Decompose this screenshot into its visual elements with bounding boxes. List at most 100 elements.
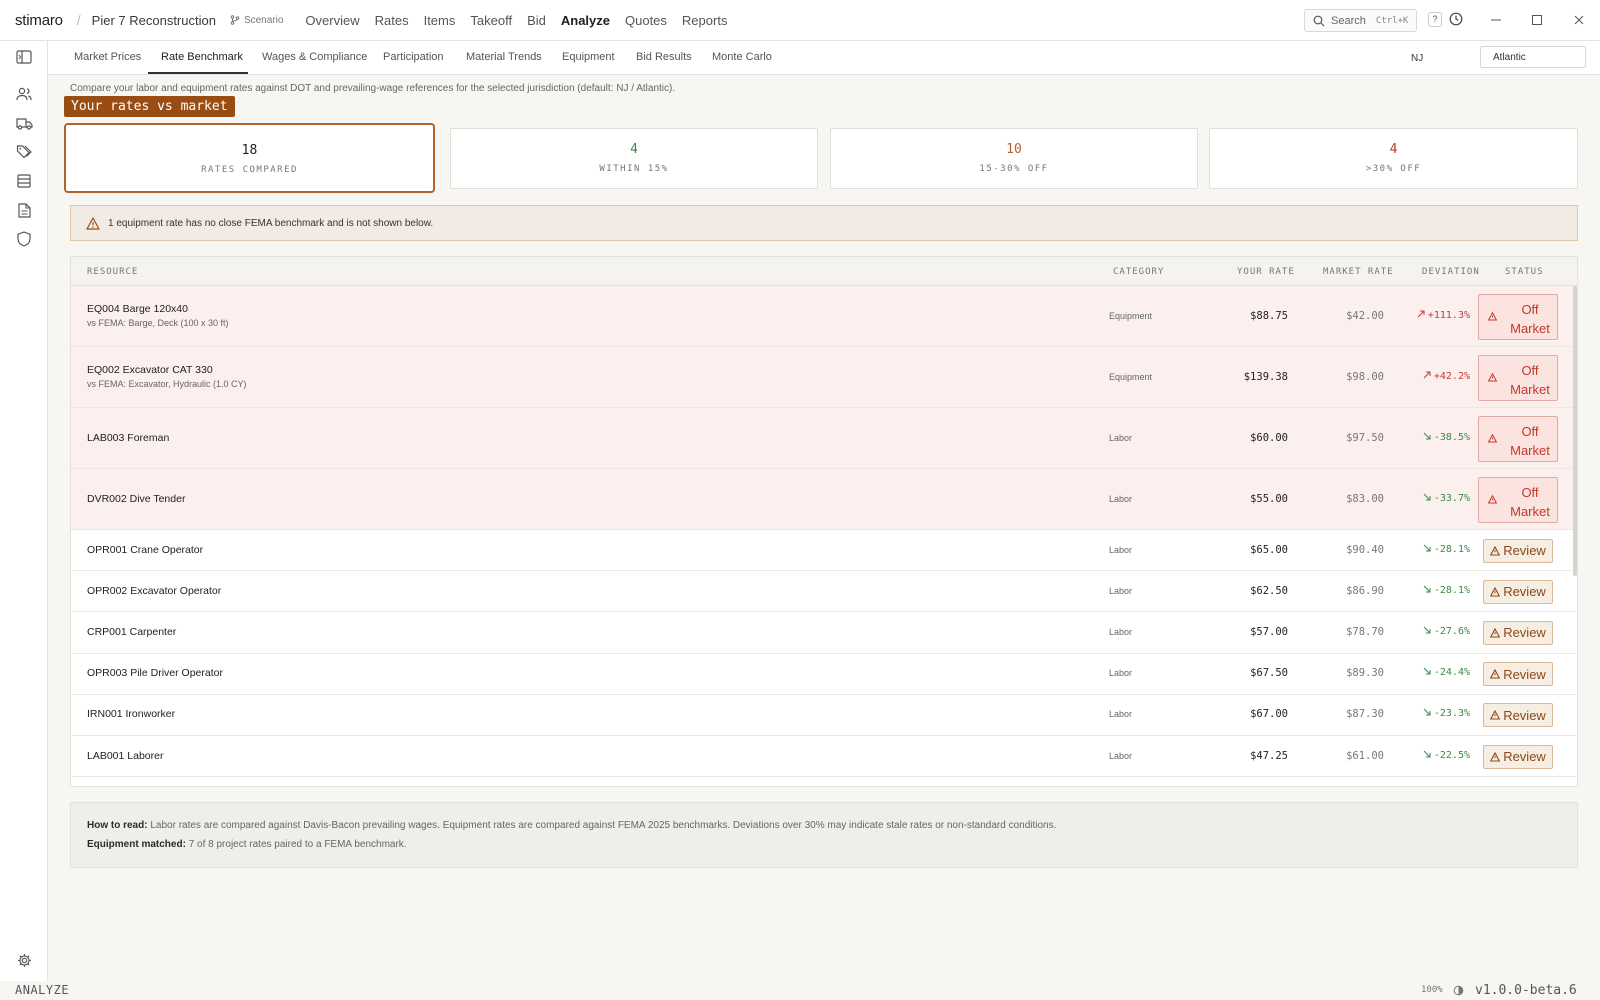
tab-market-prices[interactable]: Market Prices <box>74 51 141 63</box>
deviation: -22.5% <box>1423 750 1470 761</box>
resource-name: CRP001 Carpenter <box>87 625 177 638</box>
table-row[interactable]: CRP001 Carpenter Labor $57.00 $78.70 -27.6% R… <box>71 612 1577 654</box>
status-badge-off-market[interactable]: Off Market <box>1478 354 1558 401</box>
rail-materials[interactable] <box>15 143 33 161</box>
resource-category: Equipment <box>1109 310 1153 321</box>
market-rate: $89.30 <box>1346 667 1384 680</box>
close-icon <box>1574 15 1584 25</box>
status-badge-review[interactable]: Review <box>1483 620 1553 645</box>
history-button[interactable] <box>1449 12 1463 31</box>
mode-label: ANALYZE <box>15 983 70 997</box>
stat-label: 15-30% OFF <box>979 164 1049 174</box>
stat-card-over-30-off[interactable]: 4 >30% OFF <box>1209 128 1578 189</box>
nav-quotes[interactable]: Quotes <box>625 13 667 28</box>
market-rate: $90.40 <box>1346 543 1384 556</box>
table-row[interactable]: EQ004 Barge 120x40 vs FEMA: Barge, Deck (… <box>71 286 1577 347</box>
deviation-value: -33.7% <box>1433 492 1470 504</box>
toggle-sidebar-button[interactable] <box>15 48 33 66</box>
users-icon <box>16 87 32 101</box>
status-badge-off-market[interactable]: Off Market <box>1478 415 1558 462</box>
table-row[interactable]: LAB001 Laborer Labor $47.25 $61.00 -22.5% Rev… <box>71 736 1577 778</box>
rail-database[interactable] <box>15 172 33 190</box>
nav-items[interactable]: Items <box>424 13 456 28</box>
theme-toggle-icon[interactable] <box>1453 985 1464 996</box>
resource-name: LAB003 Foreman <box>87 431 170 444</box>
tab-equipment[interactable]: Equipment <box>562 51 615 63</box>
rail-equipment[interactable] <box>15 114 33 132</box>
trend-down-icon <box>1423 750 1431 758</box>
trend-down-icon <box>1423 667 1431 675</box>
breadcrumb-separator: / <box>76 12 81 28</box>
tab-rate-benchmark[interactable]: Rate Benchmark <box>161 51 243 63</box>
deviation: -33.7% <box>1423 493 1470 504</box>
help-button[interactable]: ? <box>1428 12 1442 27</box>
county-input[interactable]: Atlantic <box>1480 46 1586 68</box>
tab-participation[interactable]: Participation <box>383 51 444 63</box>
table-scrollbar[interactable] <box>1573 286 1577 576</box>
status-badge-review[interactable]: Review <box>1483 662 1553 687</box>
maximize-button[interactable] <box>1528 11 1546 29</box>
status-label: Review <box>1503 543 1546 559</box>
table-row[interactable]: DVR002 Dive Tender Labor $55.00 $83.00 -33.7… <box>71 469 1577 530</box>
table-row[interactable]: OPR002 Excavator Operator Labor $62.50 $86.… <box>71 571 1577 613</box>
col-status[interactable]: STATUS <box>1505 267 1544 277</box>
col-deviation[interactable]: DEVIATION <box>1422 267 1480 277</box>
resource-name: OPR002 Excavator Operator <box>87 584 222 597</box>
stat-card-rates-compared[interactable]: 18 RATES COMPARED <box>64 123 435 193</box>
status-badge-off-market[interactable]: Off Market <box>1478 476 1558 523</box>
table-row[interactable]: IRN001 Ironworker Labor $67.00 $87.30 -23.3%… <box>71 695 1577 736</box>
close-button[interactable] <box>1570 11 1588 29</box>
stat-card-within-15[interactable]: 4 WITHIN 15% <box>450 128 818 189</box>
stat-value: 4 <box>630 142 638 157</box>
left-rail <box>0 41 48 981</box>
stat-card-15-30-off[interactable]: 10 15-30% OFF <box>830 128 1198 189</box>
scenario-button[interactable]: Scenario <box>230 15 283 26</box>
rail-people[interactable] <box>15 85 33 103</box>
rail-documents[interactable] <box>15 201 33 219</box>
status-badge-review[interactable]: Review <box>1483 579 1553 604</box>
market-rate: $97.50 <box>1346 431 1384 444</box>
search-button[interactable]: Search Ctrl+K <box>1304 9 1417 32</box>
top-bar: stimaro / Pier 7 Reconstruction Scenario… <box>0 0 1600 41</box>
rail-compliance[interactable] <box>15 230 33 248</box>
nav-bid[interactable]: Bid <box>527 13 546 28</box>
nav-rates[interactable]: Rates <box>375 13 409 28</box>
tab-material-trends[interactable]: Material Trends <box>466 51 542 63</box>
status-label: Review <box>1503 749 1546 765</box>
project-name[interactable]: Pier 7 Reconstruction <box>92 13 216 28</box>
alert-triangle-icon <box>1488 494 1497 503</box>
tab-bid-results[interactable]: Bid Results <box>636 51 692 63</box>
your-rate: $55.00 <box>1250 492 1288 505</box>
status-badge-review[interactable]: Review <box>1483 703 1553 728</box>
nav-takeoff[interactable]: Takeoff <box>470 13 512 28</box>
table-row[interactable]: OPR003 Pile Driver Operator Labor $67.50 $8… <box>71 654 1577 695</box>
zoom-level[interactable]: 100% <box>1421 985 1443 995</box>
brand-logo[interactable]: stimaro <box>15 12 63 29</box>
trend-down-icon <box>1423 493 1431 500</box>
status-badge-review[interactable]: Review <box>1483 744 1553 769</box>
truck-icon <box>15 117 33 130</box>
nav-overview[interactable]: Overview <box>305 13 359 28</box>
status-badge-review[interactable]: Review <box>1483 538 1553 563</box>
equipment-matched-line: Equipment matched: 7 of 8 project rates … <box>87 839 407 850</box>
tab-wages-compliance[interactable]: Wages & Compliance <box>262 51 367 63</box>
alert-triangle-icon <box>1490 586 1501 597</box>
tab-monte-carlo[interactable]: Monte Carlo <box>712 51 772 63</box>
table-row[interactable]: OPR001 Crane Operator Labor $65.00 $90.40 -2… <box>71 530 1577 572</box>
col-resource[interactable]: RESOURCE <box>87 267 138 277</box>
nav-analyze[interactable]: Analyze <box>561 13 610 28</box>
state-value: NJ <box>1411 52 1424 64</box>
resource-category: Equipment <box>1109 371 1153 382</box>
table-row[interactable]: LAB003 Foreman Labor $60.00 $97.50 -38.5% Off… <box>71 408 1577 469</box>
minimize-button[interactable] <box>1487 11 1505 29</box>
col-your-rate[interactable]: YOUR RATE <box>1237 267 1295 277</box>
trend-up-icon <box>1423 371 1431 378</box>
resource-category: Labor <box>1109 585 1133 596</box>
col-category[interactable]: CATEGORY <box>1113 267 1164 277</box>
status-badge-off-market[interactable]: Off Market <box>1478 293 1558 340</box>
col-market-rate[interactable]: MARKET RATE <box>1323 267 1394 277</box>
table-row[interactable]: EQ002 Excavator CAT 330 vs FEMA: Excavato… <box>71 347 1577 408</box>
nav-reports[interactable]: Reports <box>682 13 728 28</box>
settings-button[interactable] <box>15 951 33 969</box>
stat-value: 4 <box>1389 142 1398 157</box>
